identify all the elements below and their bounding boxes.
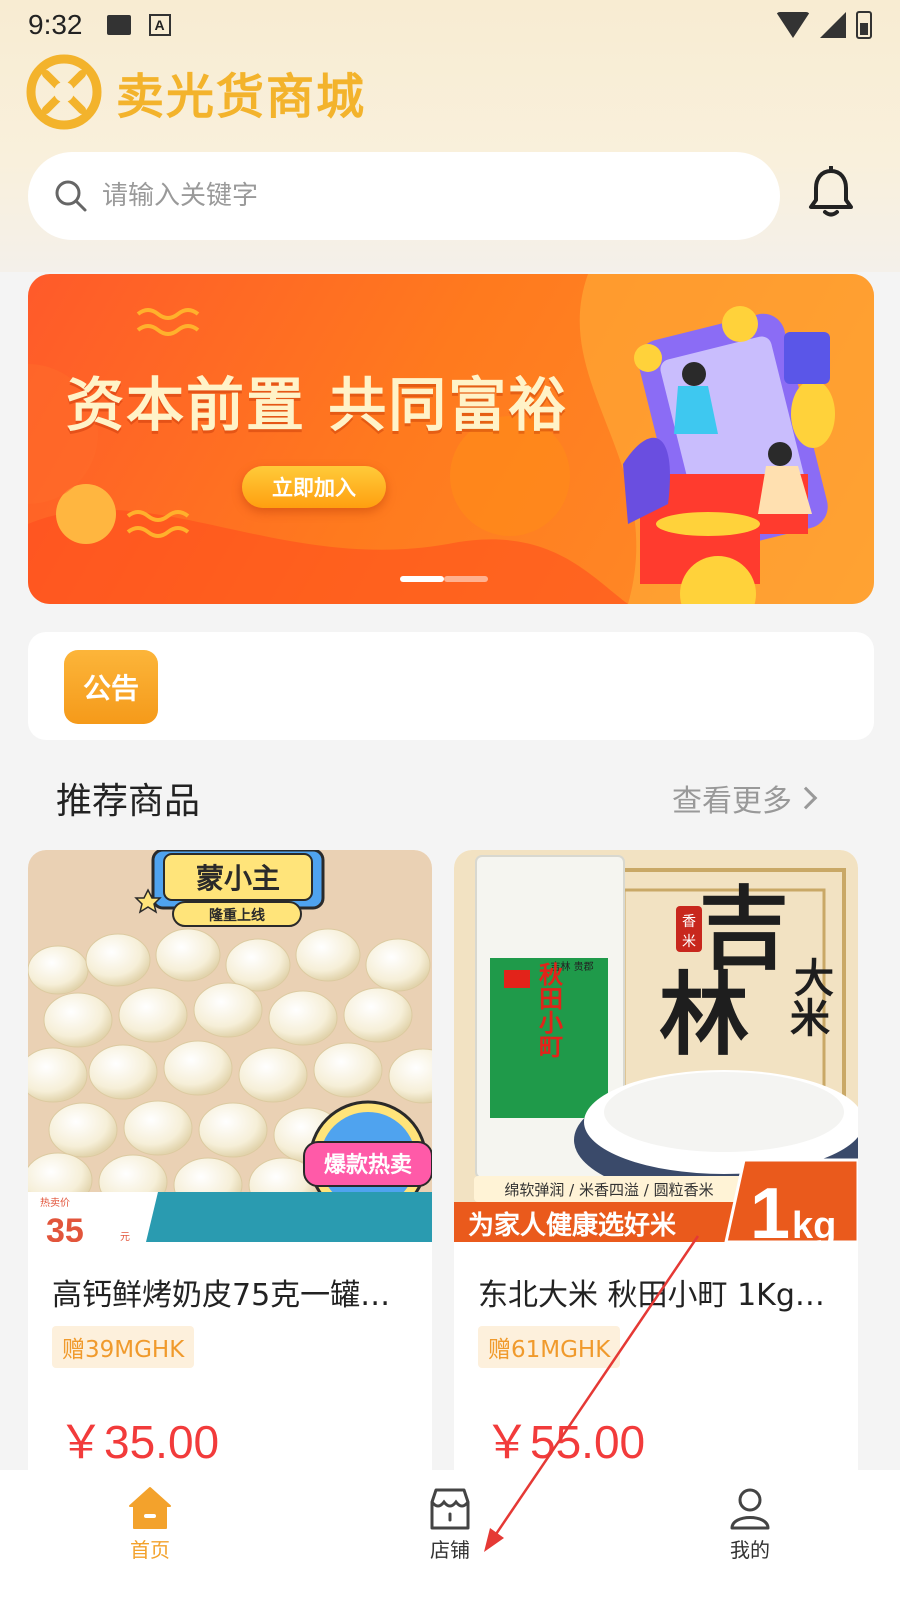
- view-more-label: 查看更多: [672, 784, 792, 819]
- search-bar[interactable]: [28, 152, 780, 240]
- image-headline-1b: 林: [659, 962, 749, 1068]
- product-image: 蒙小主 隆重上线 爆款热卖 热卖价 35 元: [28, 850, 432, 1242]
- image-weight-unit: kg: [792, 1205, 836, 1242]
- product-price: ￥55.00: [484, 1416, 646, 1468]
- milk-skin-image: 蒙小主 隆重上线 爆款热卖 热卖价 35 元: [28, 850, 432, 1242]
- promo-banner[interactable]: 资本前置 共同富裕 立即加入: [28, 274, 874, 604]
- store-icon: [430, 1488, 470, 1530]
- font-notification-icon: A: [148, 14, 171, 36]
- product-title: 东北大米 秋田小町 1Kg…: [478, 1278, 825, 1313]
- image-headline-2b: 米: [790, 995, 830, 1042]
- image-brand-text: 蒙小主: [196, 862, 280, 895]
- product-card[interactable]: 蒙小主 隆重上线 爆款热卖 热卖价 35 元 高钙鲜烤奶皮75克一罐… 赠39M…: [28, 850, 432, 1490]
- image-badge-text: 爆款热卖: [324, 1152, 412, 1178]
- search-icon: [55, 180, 87, 212]
- signal-icon: [820, 12, 846, 38]
- status-bar: 9:32 A: [0, 0, 900, 50]
- banner-title: 资本前置 共同富裕: [66, 371, 569, 439]
- status-time: 9:32: [28, 9, 83, 40]
- carousel-dot-active: [400, 576, 444, 582]
- wifi-icon: [776, 12, 810, 38]
- image-bottom-slogan: 为家人健康选好米: [468, 1210, 676, 1241]
- section-title: 推荐商品: [56, 781, 201, 822]
- brand-name: 卖光货商城: [116, 69, 367, 125]
- tab-home-label: 首页: [130, 1538, 170, 1562]
- chevron-right-icon: [794, 786, 818, 810]
- image-weight-value: 1: [750, 1174, 790, 1242]
- brand: 卖光货商城: [26, 54, 366, 130]
- image-seal-1: 香: [682, 914, 696, 930]
- view-more-link[interactable]: 查看更多: [672, 776, 818, 820]
- product-price: ￥35.00: [58, 1416, 220, 1468]
- tab-mine[interactable]: 我的: [600, 1470, 900, 1600]
- battery-icon: [856, 11, 872, 39]
- rice-image: 吉林 贵郡 秋田小町 吉 林 大 米 香 米 绵软弹润 / 米香四溢 / 圆粒香…: [454, 850, 858, 1242]
- carousel-indicator: [400, 576, 488, 582]
- image-price-label: 热卖价: [40, 1196, 70, 1209]
- product-title: 高钙鲜烤奶皮75克一罐…: [52, 1278, 391, 1313]
- image-bag-label: 秋田小町: [535, 962, 564, 1058]
- search-input[interactable]: [102, 166, 754, 226]
- image-seal-2: 米: [682, 934, 696, 950]
- notice-badge: 公告: [64, 650, 158, 724]
- reward-tag: 赠39MGHK: [52, 1326, 195, 1368]
- tab-store[interactable]: 店铺: [300, 1470, 600, 1600]
- bell-icon[interactable]: [808, 166, 854, 218]
- join-now-button[interactable]: 立即加入: [242, 466, 386, 508]
- image-slogan-text: 隆重上线: [209, 907, 265, 924]
- bottom-tab-bar: 首页 店铺 我的: [0, 1470, 900, 1600]
- image-feature-line: 绵软弹润 / 米香四溢 / 圆粒香米: [504, 1181, 713, 1199]
- image-price-value: 35: [46, 1212, 84, 1242]
- logo-icon: [26, 54, 102, 130]
- reward-tag: 赠61MGHK: [478, 1326, 621, 1368]
- product-card[interactable]: 吉林 贵郡 秋田小町 吉 林 大 米 香 米 绵软弹润 / 米香四溢 / 圆粒香…: [454, 850, 858, 1490]
- carousel-dot: [444, 576, 488, 582]
- notice-bar[interactable]: 公告: [28, 632, 874, 740]
- image-notification-icon: [106, 15, 131, 35]
- product-image: 吉林 贵郡 秋田小町 吉 林 大 米 香 米 绵软弹润 / 米香四溢 / 圆粒香…: [454, 850, 858, 1242]
- user-icon: [730, 1488, 770, 1530]
- tab-store-label: 店铺: [430, 1538, 470, 1562]
- tab-mine-label: 我的: [730, 1538, 770, 1562]
- home-icon: [129, 1487, 171, 1529]
- image-price-unit: 元: [120, 1232, 130, 1242]
- tab-home[interactable]: 首页: [0, 1470, 300, 1600]
